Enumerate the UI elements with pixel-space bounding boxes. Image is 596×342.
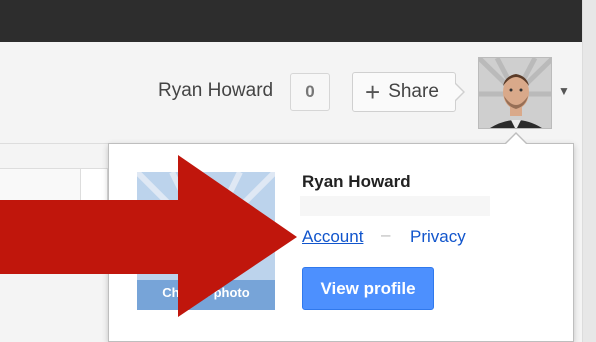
popup-pointer-fill xyxy=(506,134,526,144)
content-divider xyxy=(0,143,108,144)
notification-count: 0 xyxy=(305,82,315,101)
chevron-down-icon[interactable]: ▼ xyxy=(558,84,570,98)
privacy-link[interactable]: Privacy xyxy=(410,227,466,247)
top-bar xyxy=(0,0,596,42)
avatar-image xyxy=(479,58,551,128)
page-scrollbar[interactable] xyxy=(582,0,596,342)
notification-count-button[interactable]: 0 xyxy=(290,73,330,111)
header-user-name[interactable]: Ryan Howard xyxy=(158,80,273,102)
profile-photo[interactable]: Change photo xyxy=(137,172,275,310)
account-link[interactable]: Account xyxy=(302,227,363,247)
link-separator: – xyxy=(381,225,391,244)
share-label: Share xyxy=(388,81,439,102)
view-profile-button[interactable]: View profile xyxy=(302,267,434,310)
background-tab xyxy=(80,168,108,208)
change-photo-label[interactable]: Change photo xyxy=(137,285,275,300)
avatar[interactable] xyxy=(478,57,552,129)
share-button-notch-fill xyxy=(454,83,463,101)
plus-icon: + xyxy=(365,77,381,107)
popup-email xyxy=(300,196,490,216)
popup-user-name: Ryan Howard xyxy=(302,172,411,191)
share-button[interactable]: + Share xyxy=(352,72,456,112)
